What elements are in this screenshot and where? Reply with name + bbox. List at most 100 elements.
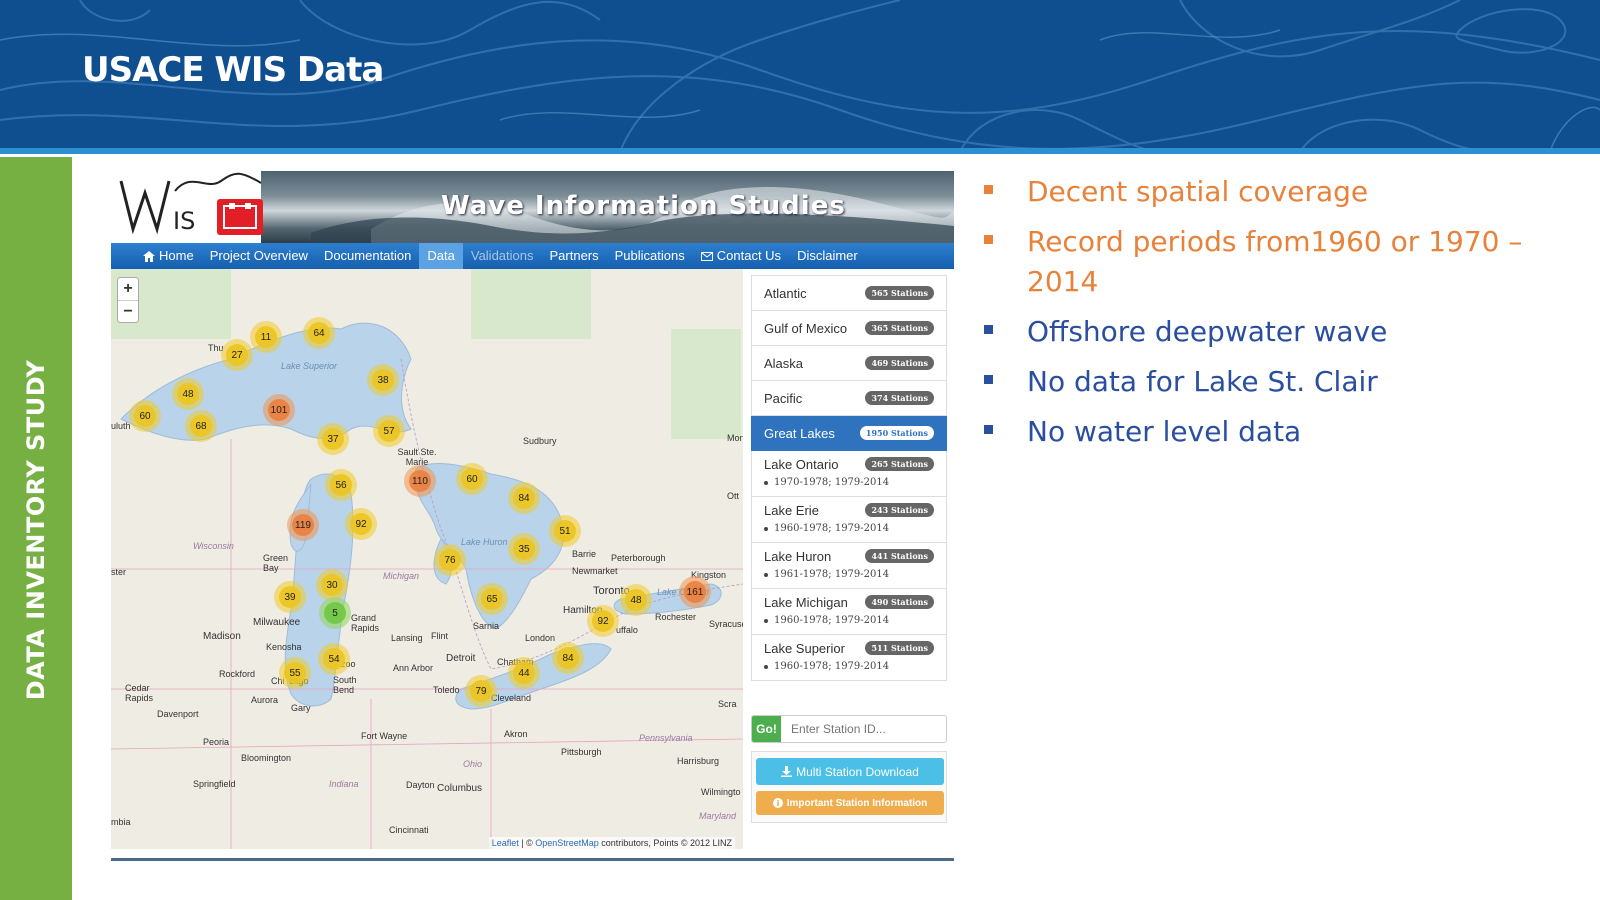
- nav-home[interactable]: Home: [135, 243, 202, 269]
- station-cluster[interactable]: 39: [274, 581, 306, 613]
- region-item-lake-michigan[interactable]: Lake Michigan 490 Stations 1960-1978; 1979…: [751, 589, 947, 635]
- region-item-great-lakes[interactable]: Great Lakes 1950 Stations: [751, 416, 947, 451]
- station-cluster[interactable]: 38: [367, 364, 399, 396]
- map-place-label: Kenosha: [266, 642, 302, 652]
- station-cluster[interactable]: 57: [373, 415, 405, 447]
- region-item-lake-erie[interactable]: Lake Erie 243 Stations 1960-1978; 1979-201…: [751, 497, 947, 543]
- leaflet-link[interactable]: Leaflet: [492, 838, 519, 848]
- wis-site-title: Wave Information Studies: [441, 191, 846, 221]
- station-cluster[interactable]: 92: [587, 605, 619, 637]
- station-map[interactable]: + − Thu Lake Superior uluth Sault Ste. M…: [111, 269, 743, 849]
- slide: USACE WIS Data DATA INVENTORY STUDY IS W…: [0, 0, 1600, 900]
- nav-project-overview[interactable]: Project Overview: [202, 243, 316, 269]
- multi-station-download-button[interactable]: Multi Station Download: [756, 758, 944, 785]
- station-cluster[interactable]: 76: [434, 544, 466, 576]
- station-cluster[interactable]: 51: [549, 515, 581, 547]
- nav-label: Contact Us: [716, 248, 782, 263]
- station-cluster[interactable]: 37: [317, 423, 349, 455]
- station-cluster[interactable]: 84: [552, 642, 584, 674]
- cluster-count: 37: [322, 428, 344, 450]
- station-cluster[interactable]: 5: [319, 597, 351, 629]
- region-item-gulf-of-mexico[interactable]: Gulf of Mexico 365 Stations: [751, 311, 947, 346]
- map-place-label: Gary: [291, 703, 311, 713]
- record-period: 1961-1978; 1979-2014: [764, 569, 934, 588]
- map-place-label: Harrisburg: [677, 756, 720, 766]
- region-name: Great Lakes: [764, 425, 835, 441]
- station-cluster[interactable]: 84: [508, 482, 540, 514]
- map-place-label: Cleveland: [491, 693, 532, 703]
- region-name: Lake Michigan: [764, 594, 848, 610]
- square-bullet-icon: [984, 185, 993, 194]
- station-cluster[interactable]: 54: [318, 643, 350, 675]
- region-list: Atlantic 565 Stations Gulf of Mexico 365 S…: [751, 275, 947, 681]
- nav-contact-us[interactable]: Contact Us: [693, 243, 789, 269]
- openstreetmap-link[interactable]: OpenStreetMap: [535, 838, 599, 848]
- map-place-label: Flint: [431, 631, 449, 641]
- bullet-text: Record periods from1960 or 1970 – 2014: [1027, 225, 1523, 298]
- station-cluster[interactable]: 65: [476, 583, 508, 615]
- station-cluster[interactable]: 161: [679, 576, 711, 608]
- square-bullet-icon: [984, 425, 993, 434]
- station-cluster[interactable]: 119: [287, 509, 319, 541]
- zoom-in-button[interactable]: +: [118, 278, 138, 300]
- region-item-atlantic[interactable]: Atlantic 565 Stations: [751, 275, 947, 311]
- record-period: 1960-1978; 1979-2014: [764, 523, 934, 542]
- cluster-count: 101: [268, 399, 290, 421]
- station-id-input[interactable]: [781, 716, 946, 742]
- bullet-item: Offshore deepwater wave: [982, 312, 1542, 352]
- map-place-label: Barrie: [572, 549, 597, 559]
- station-cluster[interactable]: 101: [263, 394, 295, 426]
- download-box: Multi Station Download Important Station…: [751, 751, 947, 823]
- station-cluster[interactable]: 68: [185, 410, 217, 442]
- station-cluster[interactable]: 56: [325, 469, 357, 501]
- bullet-item: Record periods from1960 or 1970 – 2014: [982, 222, 1542, 302]
- map-place-label: South Bend: [333, 675, 357, 695]
- region-item-lake-superior[interactable]: Lake Superior 511 Stations 1960-1978; 1979…: [751, 635, 947, 681]
- important-station-info-button[interactable]: Important Station Information: [756, 791, 944, 815]
- region-name: Lake Superior: [764, 640, 845, 656]
- station-cluster[interactable]: 79: [465, 675, 497, 707]
- station-count-badge: 365 Stations: [865, 321, 934, 335]
- map-place-label: Madison: [203, 631, 241, 642]
- cluster-count: 54: [323, 648, 345, 670]
- station-cluster[interactable]: 44: [508, 657, 540, 689]
- map-place-label: Pittsburgh: [561, 747, 602, 757]
- nav-validations[interactable]: Validations: [463, 243, 542, 269]
- station-cluster[interactable]: 55: [279, 657, 311, 689]
- map-place-label: Lansing: [391, 633, 423, 643]
- station-cluster[interactable]: 35: [508, 533, 540, 565]
- cluster-count: 68: [190, 415, 212, 437]
- region-item-lake-huron[interactable]: Lake Huron 441 Stations 1961-1978; 1979-20…: [751, 543, 947, 589]
- nav-disclaimer[interactable]: Disclaimer: [789, 243, 866, 269]
- region-name: Pacific: [764, 390, 803, 406]
- nav-data[interactable]: Data: [419, 243, 463, 269]
- nav-publications[interactable]: Publications: [607, 243, 693, 269]
- region-item-lake-ontario[interactable]: Lake Ontario 265 Stations 1970-1978; 1979-…: [751, 451, 947, 497]
- region-name: Atlantic: [764, 285, 807, 301]
- region-item-pacific[interactable]: Pacific 374 Stations: [751, 381, 947, 416]
- map-place-label: Grand Rapids: [351, 613, 380, 633]
- station-cluster[interactable]: 48: [172, 378, 204, 410]
- nav-documentation[interactable]: Documentation: [316, 243, 419, 269]
- region-item-alaska[interactable]: Alaska 469 Stations: [751, 346, 947, 381]
- map-place-label: Springfield: [193, 779, 236, 789]
- station-cluster[interactable]: 11: [250, 321, 282, 353]
- station-cluster[interactable]: 60: [456, 463, 488, 495]
- region-name: Lake Ontario: [764, 456, 839, 472]
- cluster-count: 30: [321, 574, 343, 596]
- station-cluster[interactable]: 48: [620, 584, 652, 616]
- map-place-label: Indiana: [329, 779, 359, 789]
- cluster-count: 60: [134, 405, 156, 427]
- station-cluster[interactable]: 27: [221, 339, 253, 371]
- map-place-label: Aurora: [251, 695, 279, 705]
- station-cluster[interactable]: 92: [345, 508, 377, 540]
- go-button[interactable]: Go!: [752, 716, 781, 742]
- map-place-label: Lake Huron: [461, 537, 508, 547]
- station-cluster[interactable]: 110: [404, 465, 436, 497]
- station-cluster[interactable]: 64: [303, 317, 335, 349]
- map-place-label: Peterborough: [611, 553, 666, 563]
- station-cluster[interactable]: 60: [129, 400, 161, 432]
- zoom-out-button[interactable]: −: [118, 300, 138, 322]
- nav-partners[interactable]: Partners: [542, 243, 607, 269]
- bullet-item: No data for Lake St. Clair: [982, 362, 1542, 402]
